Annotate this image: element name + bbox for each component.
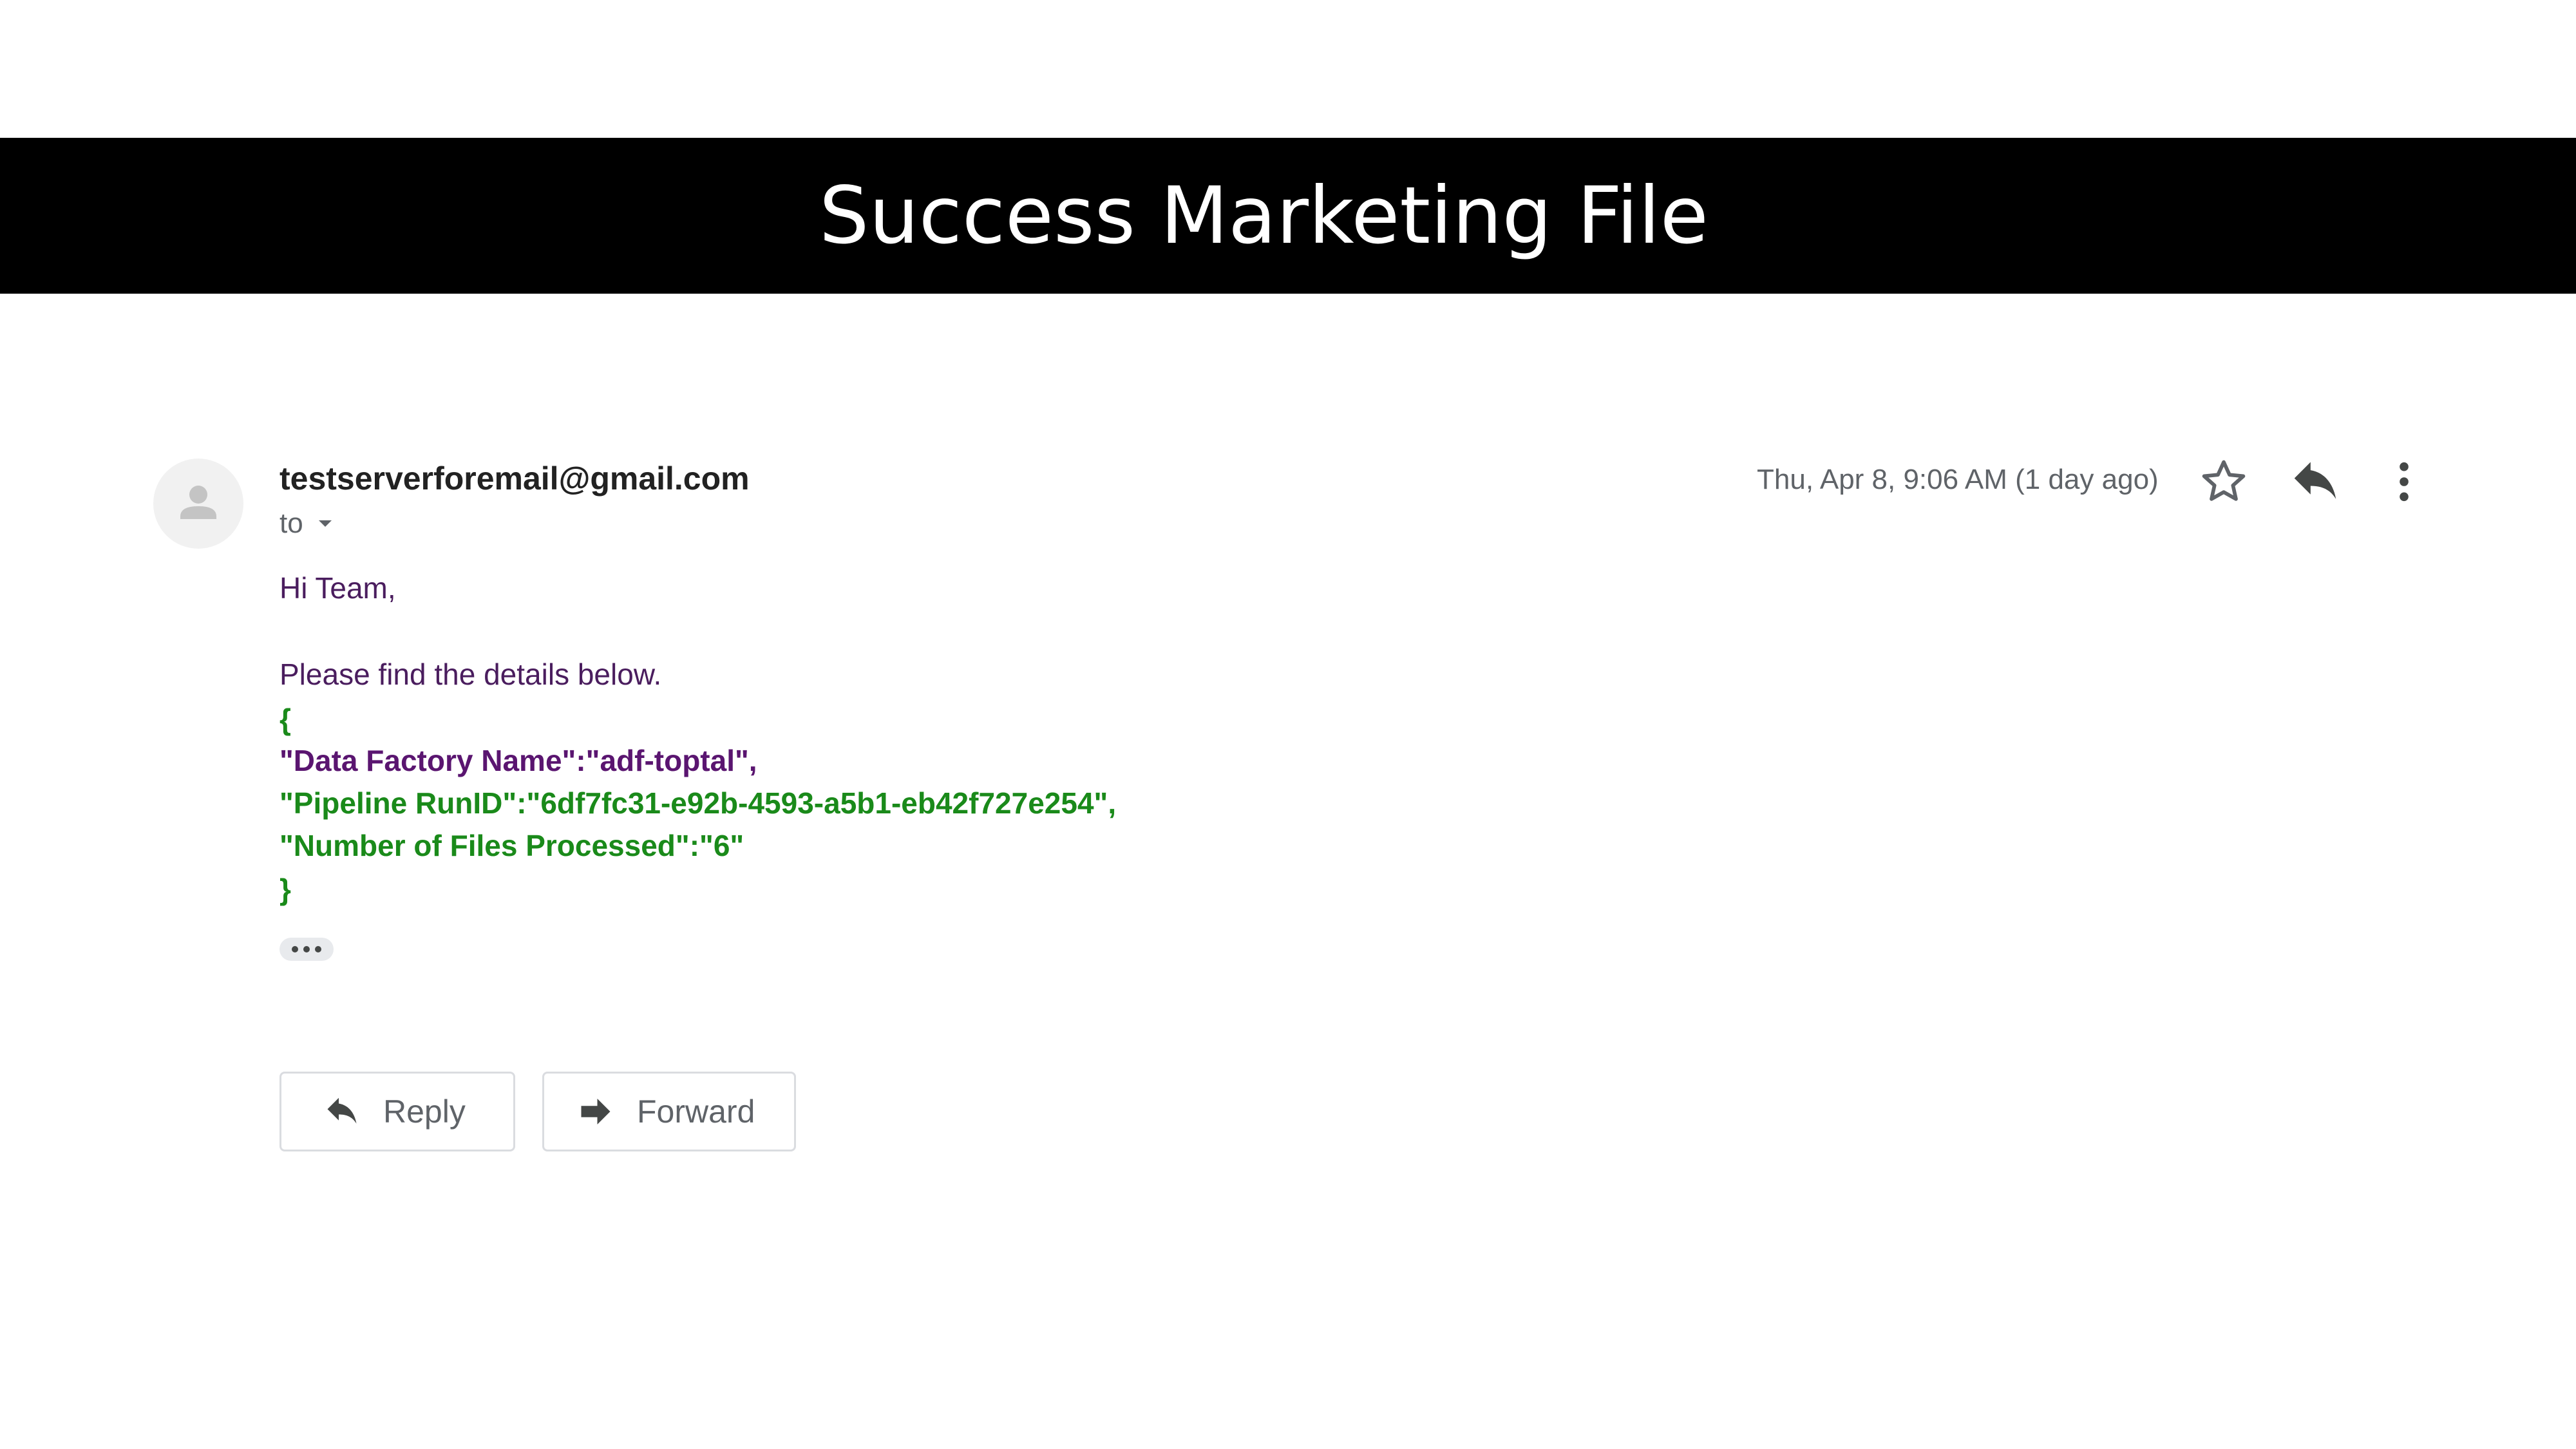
show-trimmed-content-button[interactable] <box>279 938 334 961</box>
json-line-files-processed: "Number of Files Processed":"6" <box>279 829 744 862</box>
email-greeting: Hi Team, <box>279 571 396 605</box>
avatar <box>153 459 243 549</box>
ellipsis-icon <box>292 946 321 952</box>
forward-button-label: Forward <box>637 1094 755 1130</box>
reply-button[interactable]: Reply <box>279 1072 515 1151</box>
sender-email: testserverforemail@gmail.com <box>279 460 750 497</box>
email-intro: Please find the details below. <box>279 658 662 691</box>
dropdown-arrow-icon <box>318 520 332 527</box>
star-icon <box>2202 460 2246 501</box>
recipient-label: to <box>279 507 303 539</box>
json-line-run-id: "Pipeline RunID":"6df7fc31-e92b-4593-a5b… <box>279 786 1117 820</box>
forward-button[interactable]: Forward <box>542 1072 796 1151</box>
slide-title-bar: Success Marketing File <box>0 138 2576 294</box>
reply-icon <box>327 1097 357 1124</box>
header-reply-button[interactable] <box>2287 454 2343 509</box>
more-vert-icon <box>2400 462 2409 502</box>
reply-icon <box>2294 462 2336 499</box>
person-icon <box>180 486 216 519</box>
json-line-data-factory: "Data Factory Name":"adf-toptal", <box>279 744 757 777</box>
json-close-brace: } <box>279 873 291 906</box>
json-open-brace: { <box>279 703 291 736</box>
star-button[interactable] <box>2196 454 2251 509</box>
email-timestamp: Thu, Apr 8, 9:06 AM (1 day ago) <box>1757 464 2159 495</box>
slide-title: Success Marketing File <box>819 170 1709 261</box>
recipient-details-toggle[interactable]: to <box>279 507 338 540</box>
forward-icon <box>581 1099 611 1124</box>
more-options-button[interactable] <box>2376 454 2432 509</box>
reply-button-label: Reply <box>383 1094 466 1130</box>
